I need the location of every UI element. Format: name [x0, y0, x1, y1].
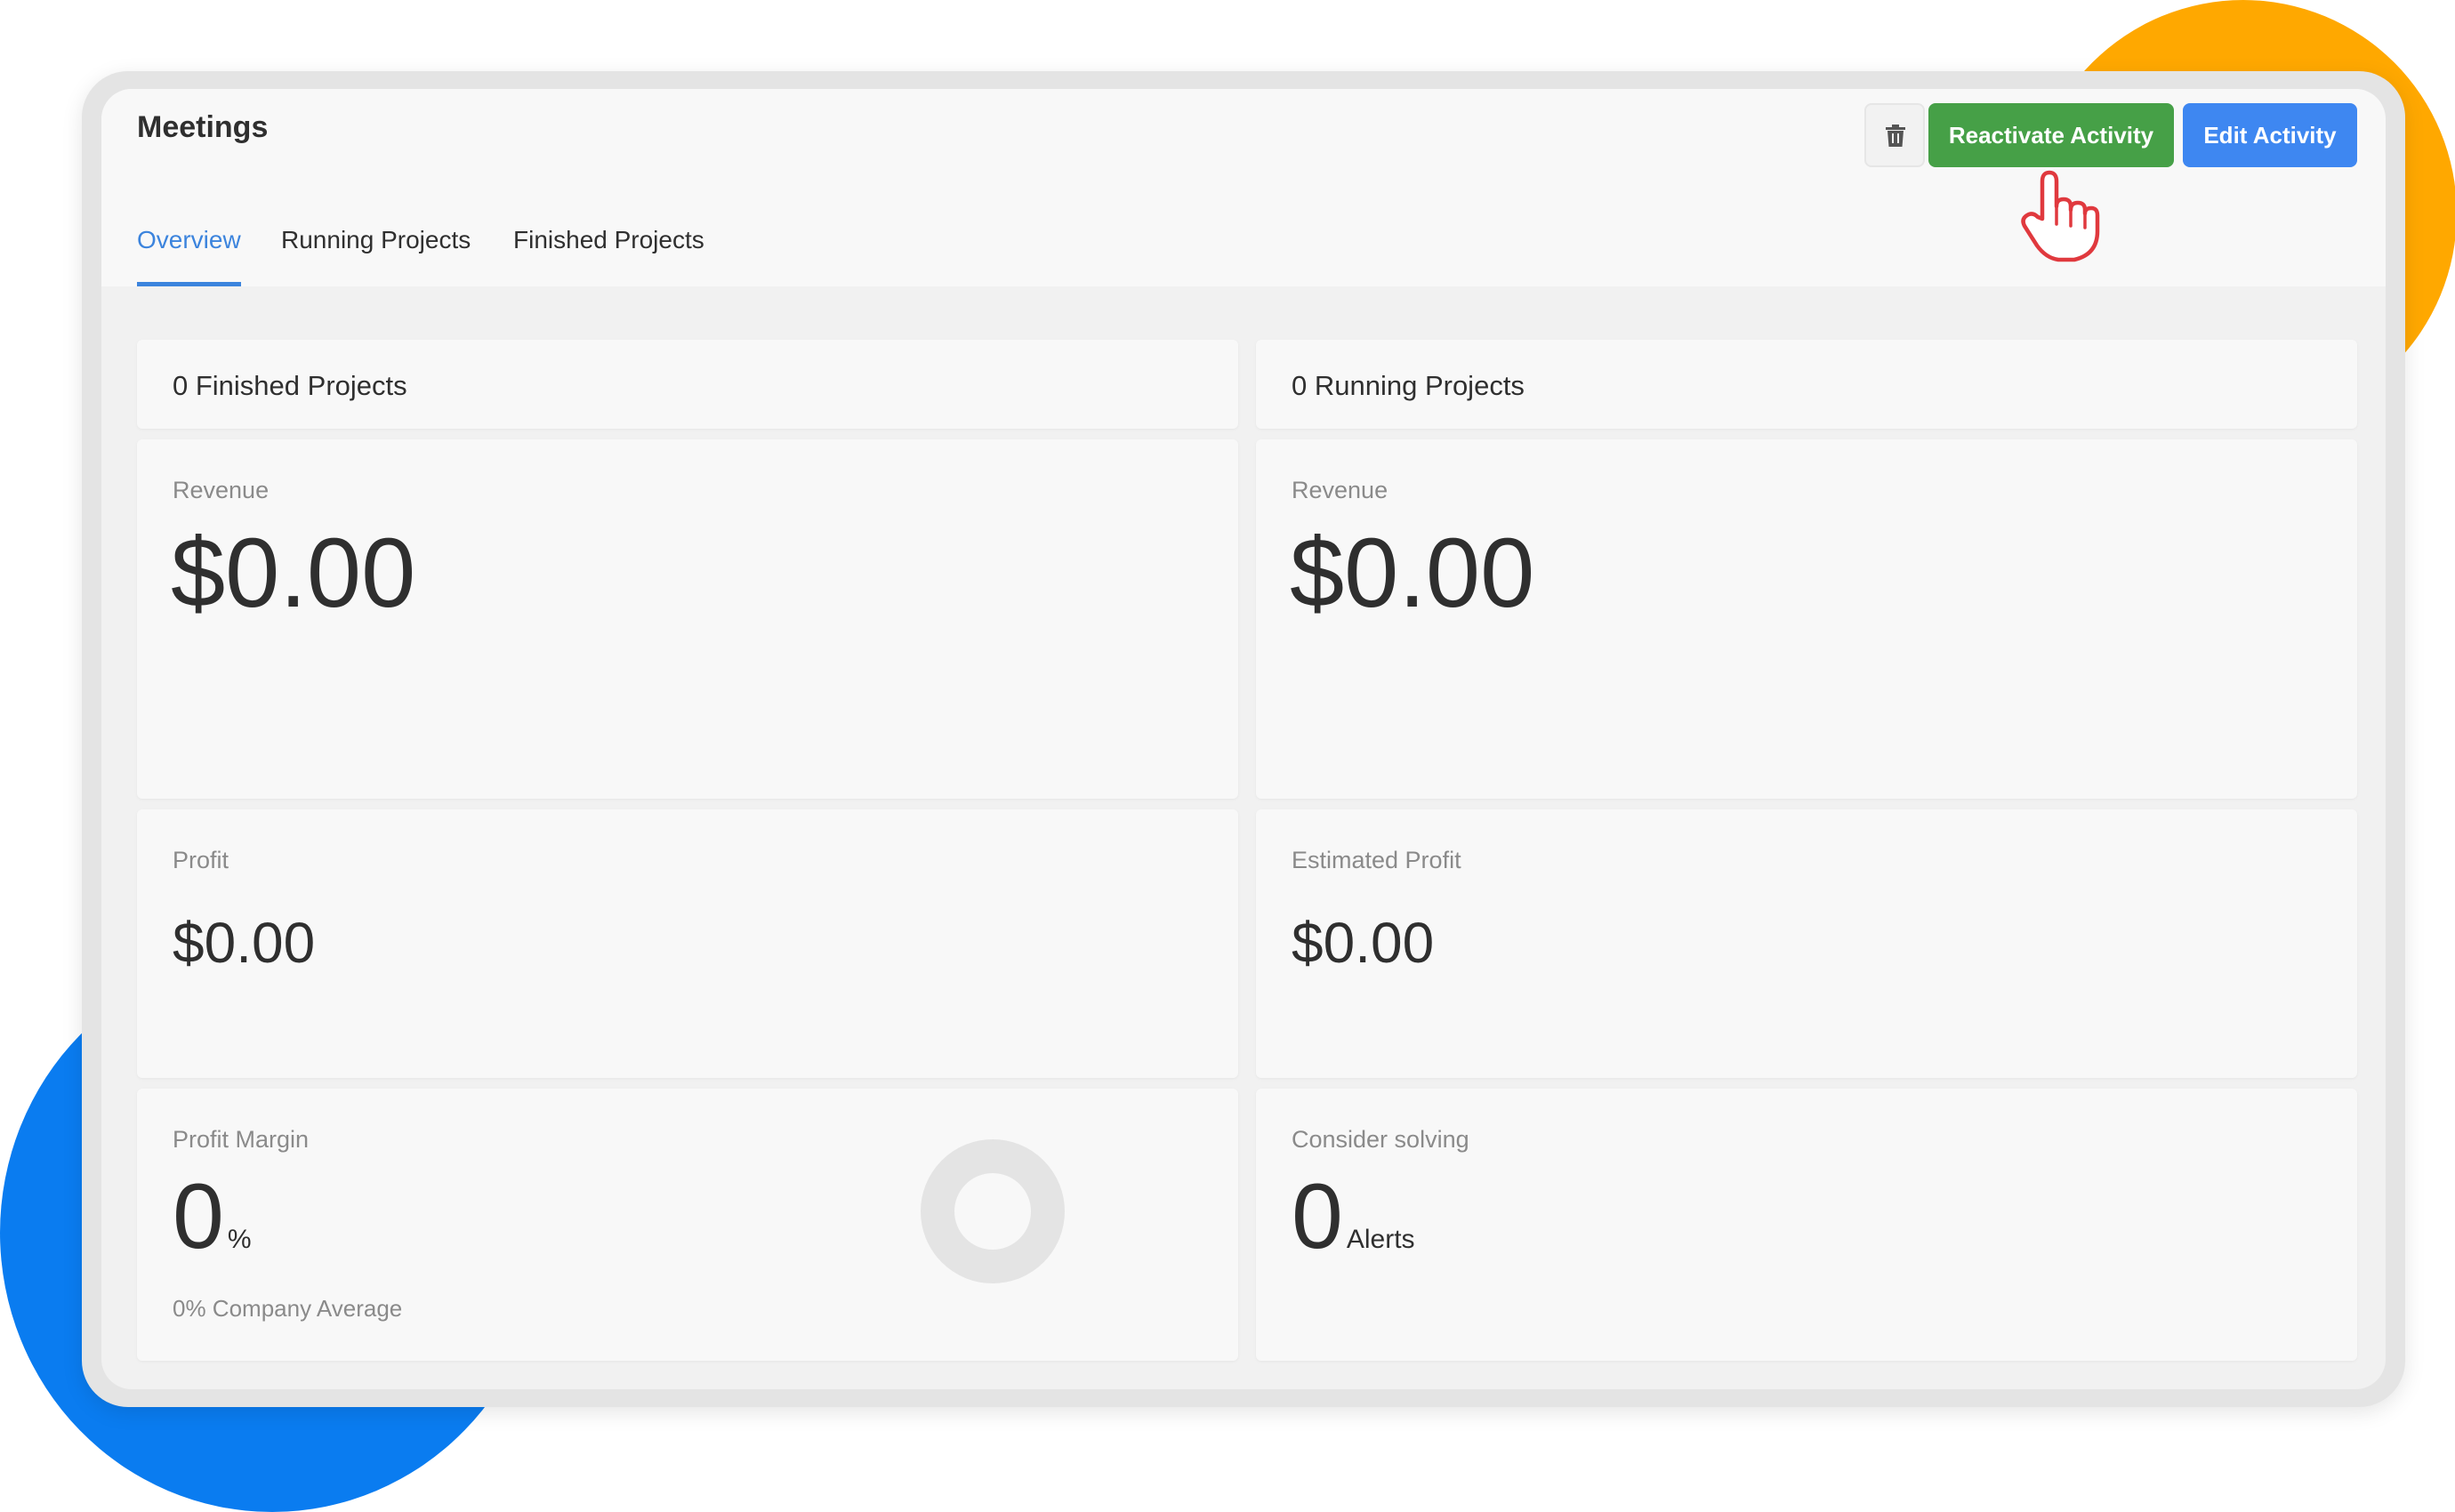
tab-overview[interactable]: Overview	[137, 226, 241, 286]
page-title: Meetings	[137, 110, 269, 144]
finished-revenue-card: Revenue $0.00	[137, 439, 1238, 799]
tab-finished-projects[interactable]: Finished Projects	[513, 226, 704, 286]
revenue-label: Revenue	[1292, 477, 1388, 503]
app-window: Meetings Overview Running Projects Finis…	[101, 89, 2386, 1389]
finished-profit-card: Profit $0.00	[137, 809, 1238, 1078]
hand-pointer-icon	[2021, 170, 2100, 262]
revenue-value: $0.00	[1290, 519, 1535, 628]
running-projects-count: 0 Running Projects	[1292, 370, 1525, 401]
estimated-profit-label: Estimated Profit	[1292, 847, 1461, 873]
tab-running-projects[interactable]: Running Projects	[281, 226, 471, 286]
finished-projects-summary-card: 0 Finished Projects	[137, 340, 1238, 429]
alerts-value: 0	[1292, 1165, 1343, 1268]
finished-projects-count: 0 Finished Projects	[173, 370, 407, 401]
profit-margin-stat: 0%	[173, 1170, 252, 1263]
profit-label: Profit	[173, 847, 229, 873]
estimated-profit-value: $0.00	[1292, 911, 1435, 975]
profit-margin-donut	[921, 1139, 1065, 1283]
profit-margin-card: Profit Margin 0% 0% Company Average	[137, 1089, 1238, 1361]
estimated-profit-card: Estimated Profit $0.00	[1256, 809, 2357, 1078]
profit-margin-unit: %	[227, 1225, 252, 1254]
edit-activity-button[interactable]: Edit Activity	[2183, 103, 2357, 167]
reactivate-activity-button[interactable]: Reactivate Activity	[1928, 103, 2174, 167]
alerts-card: Consider solving 0 Alerts	[1256, 1089, 2357, 1361]
alerts-stat: 0 Alerts	[1292, 1170, 1415, 1263]
revenue-label: Revenue	[173, 477, 270, 503]
alerts-label: Consider solving	[1292, 1126, 1469, 1153]
revenue-value: $0.00	[171, 519, 416, 628]
donut-track	[921, 1139, 1065, 1283]
delete-button[interactable]	[1864, 103, 1925, 167]
profit-margin-label: Profit Margin	[173, 1126, 310, 1153]
company-average: 0% Company Average	[173, 1295, 403, 1322]
running-projects-summary-card: 0 Running Projects	[1256, 340, 2357, 429]
alerts-unit: Alerts	[1346, 1225, 1415, 1254]
trash-icon	[1886, 125, 1905, 147]
running-revenue-card: Revenue $0.00	[1256, 439, 2357, 799]
profit-margin-value: 0	[173, 1165, 224, 1268]
profit-value: $0.00	[173, 911, 316, 975]
